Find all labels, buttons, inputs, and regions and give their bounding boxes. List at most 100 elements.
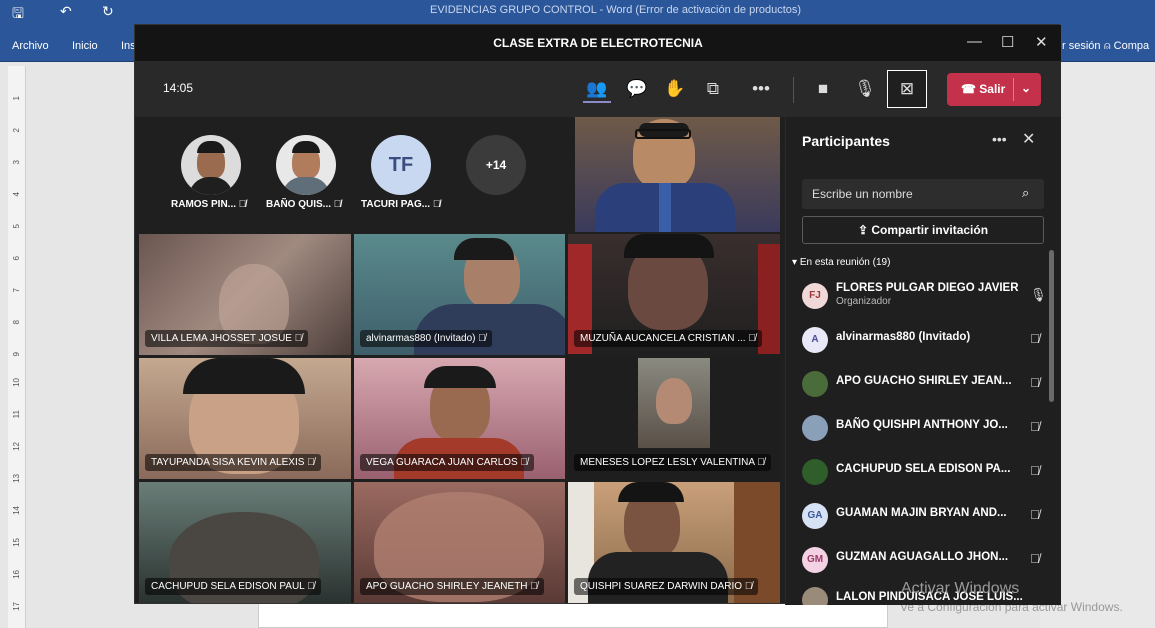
mic-off-icon: 🎙̸ <box>432 199 441 210</box>
ruler-mark: 12 <box>12 442 21 451</box>
share-icon: ⇪ <box>857 223 869 237</box>
participant-name: CACHUPUD SELA EDISON PA... <box>836 463 1011 475</box>
participant-row[interactable]: GM GUZMAN AGUAGALLO JHON... 🎙̸ <box>802 543 1046 579</box>
panel-title: Participantes <box>802 133 890 149</box>
tile-name-text: VILLA LEMA JHOSSET JOSUE <box>151 333 292 344</box>
more-icon[interactable]: ••• <box>992 131 1007 147</box>
avatar-name: TACURI PAG... <box>361 199 431 210</box>
ruler-mark: 8 <box>12 320 21 325</box>
video-tile[interactable]: MENESES LOPEZ LESLY VALENTINA 🎙̸ <box>568 358 780 479</box>
more-icon[interactable]: ••• <box>747 75 775 103</box>
overflow-participants[interactable]: +14 <box>461 135 531 195</box>
participant-avatar[interactable] <box>176 135 246 195</box>
ruler-mark: 9 <box>12 352 21 357</box>
avatar: GA <box>802 503 828 529</box>
participant-role: Organizador <box>836 296 892 307</box>
mic-off-icon: 🎙̸ <box>1030 507 1040 522</box>
participant-row[interactable]: FJ FLORES PULGAR DIEGO JAVIER Organizado… <box>802 279 1047 315</box>
meeting-title: CLASE EXTRA DE ELECTROTECNIA <box>493 36 703 50</box>
tile-name: QUISHPI SUAREZ DARWIN DARIO 🎙̸ <box>574 578 759 595</box>
avatar-name-label: BAÑO QUIS... 🎙̸ <box>266 199 341 210</box>
people-icon[interactable]: 👥 <box>583 75 611 103</box>
mic-off-icon: 🎙̸ <box>238 199 247 210</box>
share-invite-button[interactable]: ⇪ Compartir invitación <box>802 216 1044 244</box>
video-tile[interactable]: CACHUPUD SELA EDISON PAUL 🎙̸ <box>139 482 351 603</box>
search-icon[interactable]: ⌕ <box>1022 185 1029 201</box>
share-invite-label: Compartir invitación <box>871 223 989 237</box>
ruler-mark: 14 <box>12 506 21 515</box>
ruler-mark: 2 <box>12 128 21 133</box>
ruler-mark: 16 <box>12 570 21 579</box>
rooms-icon[interactable]: ⧉ <box>699 75 727 103</box>
avatar <box>181 135 241 195</box>
video-tile[interactable]: TAYUPANDA SISA KEVIN ALEXIS 🎙̸ <box>139 358 351 479</box>
participant-row[interactable]: A alvinarmas880 (Invitado) 🎙̸ <box>802 323 1046 359</box>
close-icon[interactable]: ✕ <box>1022 129 1035 149</box>
video-tile[interactable]: MUZUÑA AUCANCELA CRISTIAN ... 🎙̸ <box>568 234 780 355</box>
ruler-mark: 11 <box>12 410 21 419</box>
chat-icon[interactable]: 💬 <box>623 75 651 103</box>
maximize-icon[interactable]: ☐ <box>1001 33 1014 51</box>
word-tab-archivo[interactable]: Archivo <box>12 40 49 52</box>
video-tile[interactable]: QUISHPI SUAREZ DARWIN DARIO 🎙̸ <box>568 482 780 603</box>
avatar <box>802 371 828 397</box>
word-title-bar: 🖫 ↶ ↻ EVIDENCIAS GRUPO CONTROL - Word (E… <box>0 0 1155 24</box>
word-window-title: EVIDENCIAS GRUPO CONTROL - Word (Error d… <box>430 4 802 16</box>
mic-off-icon: 🎙̸ <box>333 199 342 210</box>
mic-off-icon: 🎙̸ <box>1030 551 1040 566</box>
avatar-initials: TF <box>371 135 431 195</box>
chevron-down-icon[interactable]: ⌄ <box>1021 81 1031 95</box>
redo-icon[interactable]: ↻ <box>102 3 114 20</box>
tile-name: APO GUACHO SHIRLEY JEANETH 🎙̸ <box>360 578 544 595</box>
participant-row[interactable]: BAÑO QUISHPI ANTHONY JO... 🎙̸ <box>802 411 1046 447</box>
tile-name-text: CACHUPUD SELA EDISON PAUL <box>151 581 305 592</box>
participant-row[interactable]: CACHUPUD SELA EDISON PA... 🎙̸ <box>802 455 1046 491</box>
avatar <box>276 135 336 195</box>
mic-off-icon: 🎙̸ <box>1030 375 1040 390</box>
word-signin[interactable]: r sesión <box>1062 40 1101 52</box>
ruler-mark: 4 <box>12 192 21 197</box>
participant-row[interactable]: APO GUACHO SHIRLEY JEAN... 🎙̸ <box>802 367 1046 403</box>
tile-name-text: QUISHPI SUAREZ DARWIN DARIO <box>580 581 743 592</box>
camera-icon[interactable]: ■ <box>809 75 837 103</box>
mic-icon[interactable]: 🎙 <box>851 75 879 103</box>
mic-icon: 🎙 <box>1030 287 1047 302</box>
participant-avatar[interactable]: TF <box>366 135 436 195</box>
panel-scrollbar[interactable] <box>1049 250 1054 402</box>
minimize-icon[interactable]: — <box>967 33 982 50</box>
video-tile[interactable]: APO GUACHO SHIRLEY JEANETH 🎙̸ <box>354 482 565 603</box>
word-share[interactable]: ⍝ Compa <box>1104 40 1149 53</box>
word-tab-inicio[interactable]: Inicio <box>72 40 98 52</box>
featured-video-tile[interactable] <box>575 117 780 232</box>
avatar: GM <box>802 547 828 573</box>
ruler-mark: 6 <box>12 256 21 261</box>
participant-avatar[interactable] <box>271 135 341 195</box>
mic-off-icon: 🎙̸ <box>1030 463 1040 478</box>
participant-row[interactable]: GA GUAMAN MAJIN BRYAN AND... 🎙̸ <box>802 499 1046 535</box>
meeting-toolbar: 14:05 👥 💬 ✋ ⧉ ••• ■ 🎙 ⊠ ☎ Salir ⌄ <box>135 61 1061 117</box>
undo-icon[interactable]: ↶ <box>60 3 72 20</box>
meeting-section-header[interactable]: ▾ En esta reunión (19) <box>792 257 890 268</box>
tile-name-text: alvinarmas880 (Invitado) <box>366 333 476 344</box>
video-tile[interactable]: VEGA GUARACA JUAN CARLOS 🎙̸ <box>354 358 565 479</box>
ruler-mark: 13 <box>12 474 21 483</box>
teams-title-bar: CLASE EXTRA DE ELECTROTECNIA — ☐ ✕ <box>135 25 1061 61</box>
avatar-name: RAMOS PIN... <box>171 199 237 210</box>
video-tile[interactable]: alvinarmas880 (Invitado) 🎙̸ <box>354 234 565 355</box>
share-screen-icon[interactable]: ⊠ <box>887 70 927 108</box>
word-share-label: Compa <box>1113 40 1150 52</box>
tile-name-text: MENESES LOPEZ LESLY VALENTINA <box>580 457 755 468</box>
ruler-mark: 1 <box>12 96 21 101</box>
tile-name: TAYUPANDA SISA KEVIN ALEXIS 🎙̸ <box>145 454 321 471</box>
participants-panel: Participantes ••• ✕ ⌕ ⇪ Compartir invita… <box>785 117 1061 605</box>
leave-button[interactable]: ☎ Salir ⌄ <box>947 73 1041 106</box>
search-input[interactable] <box>802 179 1044 209</box>
avatar <box>802 587 828 605</box>
avatar <box>802 415 828 441</box>
ruler-mark: 15 <box>12 538 21 547</box>
ruler-mark: 3 <box>12 160 21 165</box>
close-icon[interactable]: ✕ <box>1035 33 1048 51</box>
reactions-icon[interactable]: ✋ <box>661 75 689 103</box>
avatar: FJ <box>802 283 828 309</box>
video-tile[interactable]: VILLA LEMA JHOSSET JOSUE 🎙̸ <box>139 234 351 355</box>
